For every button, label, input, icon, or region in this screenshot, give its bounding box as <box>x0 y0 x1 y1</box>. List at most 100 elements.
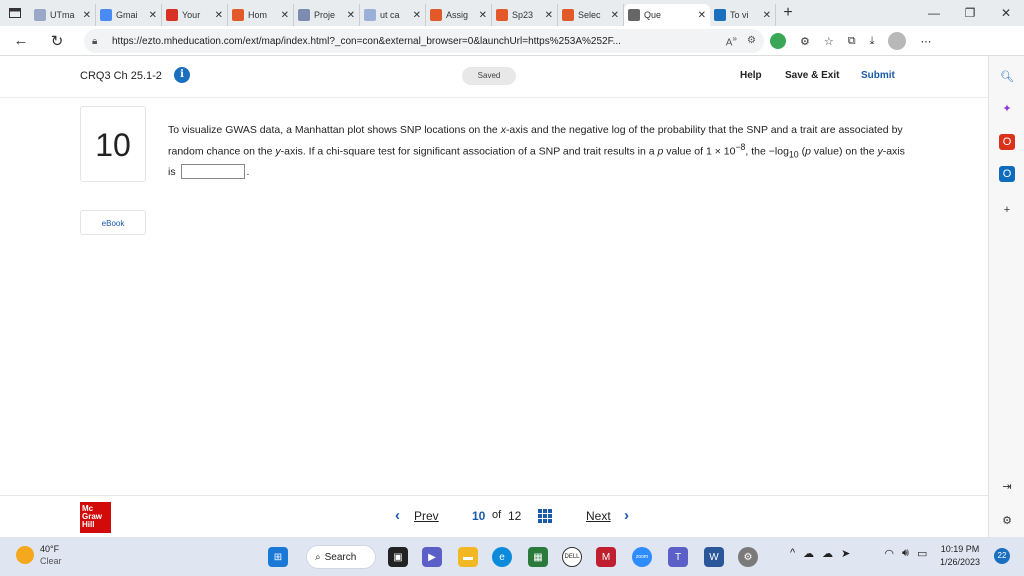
answer-input[interactable] <box>180 164 245 180</box>
browser-tab[interactable]: Hom ✕ <box>228 4 294 26</box>
prev-button[interactable]: Prev <box>414 509 439 523</box>
close-tab-icon[interactable]: ✕ <box>149 10 157 21</box>
edge-browser-icon[interactable]: e <box>492 547 512 567</box>
dell-icon[interactable]: DELL <box>562 547 582 567</box>
close-tab-icon[interactable]: ✕ <box>83 10 91 21</box>
browser-tab[interactable]: UTma ✕ <box>30 4 96 26</box>
browser-tab[interactable]: Que ✕ <box>624 4 710 26</box>
prev-chevron-icon[interactable]: ‹ <box>395 507 400 524</box>
window-controls: — ❐ ✕ <box>916 0 1024 26</box>
read-aloud-icon[interactable]: A» <box>726 33 737 48</box>
save-exit-link[interactable]: Save & Exit <box>785 70 839 81</box>
help-link[interactable]: Help <box>740 70 762 81</box>
add-sidebar-app-icon[interactable]: + <box>999 202 1015 218</box>
question-text-segment: value) on the <box>810 145 878 158</box>
wifi-icon[interactable]: ◠ <box>884 547 894 560</box>
extension-icon[interactable] <box>770 33 786 49</box>
new-tab-button[interactable]: + <box>776 4 800 22</box>
close-tab-icon[interactable]: ✕ <box>347 10 355 21</box>
tab-label: Sp23 <box>512 10 534 20</box>
sidebar-settings-icon[interactable]: ⚙ <box>999 512 1015 528</box>
zoom-icon[interactable]: zoom <box>632 547 652 567</box>
collections-icon[interactable]: ⧉ <box>848 35 856 48</box>
file-explorer-icon[interactable]: ▬ <box>458 547 478 567</box>
back-icon[interactable]: ← <box>8 32 34 49</box>
favorites-icon[interactable]: ☆ <box>824 35 834 48</box>
search-icon[interactable]: 🔍︎ <box>999 68 1015 84</box>
browser-tab[interactable]: To vi ✕ <box>710 4 776 26</box>
question-text-segment: , the −log <box>745 145 789 158</box>
volume-icon[interactable]: 🔊︎ <box>902 547 909 560</box>
show-hidden-icons[interactable]: ^ <box>790 547 795 560</box>
cloud-icon[interactable]: ☁ <box>803 547 814 560</box>
task-view-icon[interactable]: ▣ <box>388 547 408 567</box>
tracking-prevention-icon[interactable]: ⚙ <box>747 35 756 46</box>
settings-puzzle-icon[interactable]: ⚙ <box>800 35 810 48</box>
location-icon[interactable]: ➤ <box>841 547 850 560</box>
settings-icon[interactable]: ⚙ <box>738 547 758 567</box>
close-tab-icon[interactable]: ✕ <box>763 10 771 21</box>
store-icon[interactable]: ▦ <box>528 547 548 567</box>
close-tab-icon[interactable]: ✕ <box>413 10 421 21</box>
browser-tab[interactable]: Selec ✕ <box>558 4 624 26</box>
mcafee-icon[interactable]: M <box>596 547 616 567</box>
close-window-icon[interactable]: ✕ <box>988 0 1024 26</box>
assignment-header: CRQ3 Ch 25.1-2 i Saved Help Save & Exit … <box>0 56 988 98</box>
discover-icon[interactable]: ✦ <box>999 100 1015 116</box>
clock-date: 1/26/2023 <box>940 557 981 567</box>
url-field[interactable]: 🔒︎ https://ezto.mheducation.com/ext/map/… <box>84 29 764 53</box>
clock-time: 10:19 PM <box>940 544 980 554</box>
taskbar-search[interactable]: ⌕ Search <box>306 545 376 569</box>
minimize-icon[interactable]: — <box>916 0 952 26</box>
browser-tab[interactable]: Assig ✕ <box>426 4 492 26</box>
teams-icon[interactable]: T <box>668 547 688 567</box>
teams-chat-icon[interactable]: ▶ <box>422 547 442 567</box>
browser-tab[interactable]: ut ca ✕ <box>360 4 426 26</box>
weather-condition: Clear <box>40 556 62 566</box>
close-tab-icon[interactable]: ✕ <box>698 10 706 21</box>
close-tab-icon[interactable]: ✕ <box>479 10 487 21</box>
outlook-icon[interactable]: O <box>999 166 1015 182</box>
question-text-segment: To visualize GWAS data, a Manhattan plot… <box>168 124 501 136</box>
downloads-icon[interactable]: ⤓ <box>870 35 875 48</box>
question-grid-icon[interactable] <box>538 509 552 523</box>
assignment-title: CRQ3 Ch 25.1-2 <box>80 70 162 82</box>
close-tab-icon[interactable]: ✕ <box>545 10 553 21</box>
onedrive-icon[interactable]: ☁ <box>822 547 833 560</box>
notification-badge[interactable]: 22 <box>994 548 1010 564</box>
office-icon[interactable]: O <box>999 134 1015 150</box>
start-icon[interactable]: ⊞ <box>268 547 288 567</box>
refresh-icon[interactable]: ↻ <box>44 32 70 50</box>
restore-icon[interactable]: ❐ <box>952 0 988 26</box>
browser-tab[interactable]: Sp23 ✕ <box>492 4 558 26</box>
question-number: 10 <box>80 106 146 182</box>
browser-tab[interactable]: Your ✕ <box>162 4 228 26</box>
edge-sidebar: 🔍︎ ✦ O O + ⇥ ⚙ <box>988 56 1024 537</box>
browser-tab[interactable]: Proje ✕ <box>294 4 360 26</box>
assignment-footer: Mc Graw Hill ‹ Prev 10 of 12 Next › <box>0 495 988 537</box>
submit-button[interactable]: Submit <box>861 70 895 81</box>
temperature: 40°F <box>40 544 60 554</box>
battery-icon[interactable]: ▭ <box>917 547 927 560</box>
taskbar-clock[interactable]: 10:19 PM 1/26/2023 <box>940 543 980 569</box>
next-chevron-icon[interactable]: › <box>624 507 629 524</box>
next-button[interactable]: Next <box>586 509 611 523</box>
close-tab-icon[interactable]: ✕ <box>215 10 223 21</box>
browser-tab[interactable]: Gmai ✕ <box>96 4 162 26</box>
windows-taskbar: 40°F Clear ⊞ ⌕ Search ▣ ▶ ▬ e ▦ DELL M z… <box>0 537 1024 576</box>
tab-actions-icon[interactable] <box>0 8 30 18</box>
info-icon[interactable]: i <box>174 67 190 83</box>
question-text-segment: . <box>246 165 250 178</box>
profile-avatar[interactable] <box>888 32 907 50</box>
more-menu-icon[interactable]: ⋯ <box>920 35 931 48</box>
hide-sidebar-icon[interactable]: ⇥ <box>999 478 1015 494</box>
tab-label: Gmai <box>116 10 138 20</box>
tab-favicon-icon <box>298 9 310 21</box>
close-tab-icon[interactable]: ✕ <box>611 10 619 21</box>
close-tab-icon[interactable]: ✕ <box>281 10 289 21</box>
weather-widget[interactable]: 40°F Clear <box>16 543 62 567</box>
word-icon[interactable]: W <box>704 547 724 567</box>
total-pages: 12 <box>508 509 522 523</box>
search-icon: ⌕ <box>315 551 321 563</box>
ebook-button[interactable]: eBook <box>80 210 146 235</box>
